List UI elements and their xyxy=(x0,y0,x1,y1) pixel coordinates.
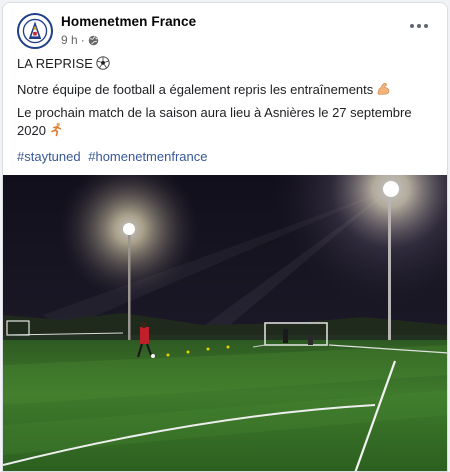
homenetmen-logo-icon xyxy=(19,15,51,47)
page-avatar[interactable] xyxy=(17,13,53,49)
post-photo[interactable] xyxy=(3,175,447,471)
page-name-link[interactable]: Homenetmen France xyxy=(61,14,196,29)
post-text-title: LA REPRISE xyxy=(17,55,110,73)
post-sentence1-text: Notre équipe de football a également rep… xyxy=(17,82,374,97)
post-sentence2-text: Le prochain match de la saison aura lieu… xyxy=(17,105,412,138)
flexed-biceps-emoji-icon xyxy=(377,83,390,95)
hashtag-row: #staytuned #homenetmenfrance xyxy=(17,148,211,166)
soccer-ball-emoji-icon xyxy=(96,56,110,70)
post-timestamp[interactable]: 9 h xyxy=(61,33,78,47)
hashtag-link[interactable]: #staytuned xyxy=(17,149,81,164)
more-options-icon[interactable] xyxy=(407,19,431,33)
post-header: Homenetmen France 9 h · xyxy=(3,3,447,51)
meta-separator: · xyxy=(80,33,85,47)
football-field-night-photo xyxy=(3,175,447,471)
hashtag-link[interactable]: #homenetmenfrance xyxy=(88,149,207,164)
post-meta: 9 h · xyxy=(61,33,99,47)
post-text-sentence2: Le prochain match de la saison aura lieu… xyxy=(17,104,427,140)
post-title-text: LA REPRISE xyxy=(17,56,93,71)
globe-icon xyxy=(88,35,98,45)
feed-post: Homenetmen France 9 h · LA REPRISE Notre… xyxy=(2,2,448,472)
post-text-sentence1: Notre équipe de football a également rep… xyxy=(17,81,391,99)
running-person-emoji-icon xyxy=(51,122,61,137)
